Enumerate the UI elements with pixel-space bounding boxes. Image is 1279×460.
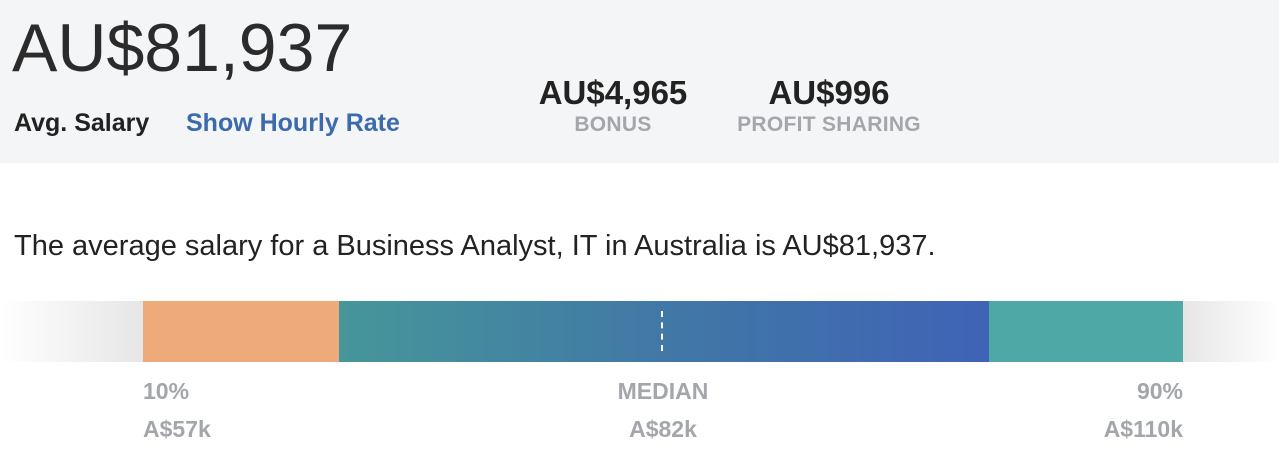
- percentile-90-value: A$110k: [1103, 416, 1183, 442]
- avg-salary-label: Avg. Salary: [14, 109, 150, 137]
- salary-summary-text: The average salary for a Business Analys…: [14, 230, 936, 262]
- show-hourly-rate-link[interactable]: Show Hourly Rate: [186, 108, 400, 138]
- percentile-90-label: 90%: [1136, 378, 1183, 404]
- percentile-10-value: A$57k: [143, 416, 211, 442]
- bonus-stat: AU$4,965 BONUS: [532, 74, 694, 138]
- percentile-10-label: 10%: [143, 378, 190, 404]
- percentile-10: 10% A$57k: [143, 378, 211, 442]
- bonus-value: AU$4,965: [538, 74, 688, 111]
- profit-sharing-label: PROFIT SHARING: [737, 113, 921, 136]
- median-marker-line: [661, 311, 663, 351]
- bar-segment-low: [143, 301, 339, 362]
- profit-sharing-value: AU$996: [768, 74, 890, 111]
- average-salary-amount: AU$81,937: [12, 10, 353, 86]
- bar-segment-high: [989, 301, 1183, 362]
- median-value: A$82k: [629, 416, 697, 442]
- salary-distribution-bar: [0, 301, 1279, 362]
- bar-fade-left: [0, 301, 143, 362]
- salary-header: AU$81,937 Avg. Salary Show Hourly Rate A…: [0, 0, 1279, 163]
- bar-fade-right: [1183, 301, 1279, 362]
- percentile-90: 90% A$110k: [1033, 378, 1183, 442]
- profit-sharing-stat: AU$996 PROFIT SHARING: [730, 74, 928, 138]
- percentile-median: MEDIAN A$82k: [563, 378, 763, 442]
- bonus-label: BONUS: [574, 113, 652, 136]
- bar-segment-mid: [339, 301, 989, 362]
- median-label: MEDIAN: [617, 378, 709, 404]
